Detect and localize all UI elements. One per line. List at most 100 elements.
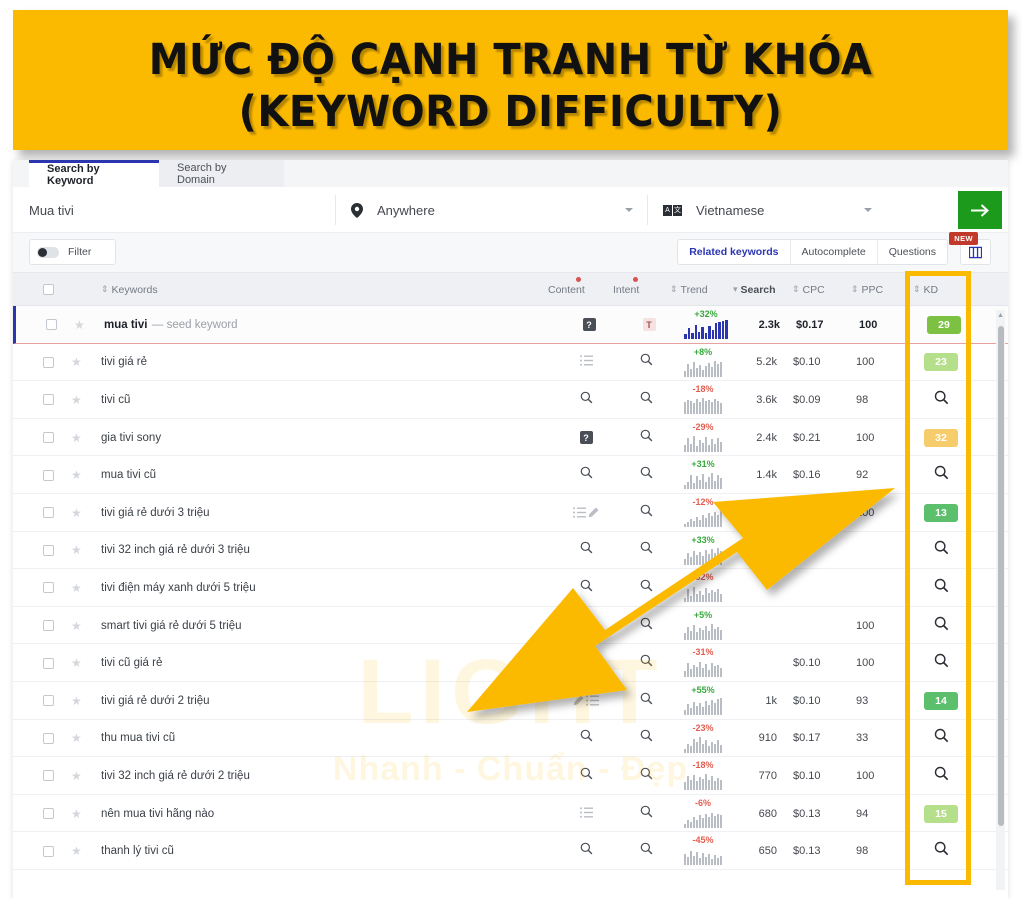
content-search-icon[interactable] (580, 842, 593, 860)
intent-search-icon[interactable] (640, 767, 653, 785)
kd-cell[interactable]: 14 (913, 682, 969, 720)
list-icon-wrap[interactable] (579, 805, 593, 823)
kd-cell[interactable] (913, 757, 969, 795)
favorite-star-icon[interactable]: ★ (71, 468, 82, 482)
kd-cell[interactable]: 23 (913, 344, 969, 382)
content-search-icon[interactable] (580, 767, 593, 785)
intent-cell[interactable] (633, 795, 659, 833)
content-cell[interactable] (573, 720, 599, 758)
tab-search-by-domain[interactable]: Search by Domain (159, 160, 284, 187)
kd-cell[interactable]: 32 (913, 419, 969, 457)
tab-related-keywords[interactable]: Related keywords (678, 240, 791, 264)
intent-cell[interactable] (633, 757, 659, 795)
kd-check-button[interactable] (934, 465, 949, 485)
row-checkbox[interactable] (43, 582, 54, 594)
favorite-star-icon[interactable]: ★ (71, 807, 82, 821)
edit-list-icon[interactable] (573, 695, 599, 707)
language-select[interactable]: A文 Vietnamese (647, 187, 932, 233)
intent-cell[interactable] (633, 419, 659, 457)
intent-search-icon[interactable] (640, 504, 653, 522)
tab-questions[interactable]: Questions (878, 240, 947, 264)
kd-cell[interactable] (913, 532, 969, 570)
table-row[interactable]: ★ tivi cũ giá rẻ -31% $0.10 100 (13, 644, 1008, 682)
favorite-star-icon[interactable]: ★ (71, 431, 82, 445)
favorite-star-icon[interactable]: ★ (71, 619, 82, 633)
table-row[interactable]: ★ tivi giá rẻ +8% 5.2k $0.10 100 23 (13, 344, 1008, 382)
favorite-star-icon[interactable]: ★ (71, 506, 82, 520)
kd-check-button[interactable] (934, 841, 949, 861)
table-row[interactable]: ★ tivi giá rẻ dưới 3 triệu -12% 1.3k $0.08 10… (13, 494, 1008, 532)
kd-cell[interactable] (913, 569, 969, 607)
favorite-star-icon[interactable]: ★ (71, 769, 82, 783)
table-row[interactable]: ★ tivi điện máy xanh dưới 5 triệu -32% (13, 569, 1008, 607)
scroll-up-icon[interactable]: ▲ (997, 312, 1004, 319)
content-cell[interactable] (573, 682, 599, 720)
table-row[interactable]: ★ thanh lý tivi cũ -45% 650 $0.13 98 (13, 832, 1008, 870)
row-checkbox[interactable] (43, 356, 54, 368)
table-row[interactable]: ★ tivi giá rẻ dưới 2 triệu +55% 1k $0.10 93 14 (13, 682, 1008, 720)
table-row[interactable]: ★ tivi cũ -18% 3.6k $0.09 98 (13, 381, 1008, 419)
kd-cell[interactable]: 13 (913, 494, 969, 532)
row-checkbox[interactable] (43, 808, 54, 820)
intent-cell[interactable] (633, 344, 659, 382)
content-search-icon[interactable] (580, 466, 593, 484)
content-cell[interactable] (573, 344, 599, 382)
intent-cell[interactable] (633, 832, 659, 870)
content-cell[interactable] (573, 456, 599, 494)
intent-cell[interactable] (633, 682, 659, 720)
row-checkbox[interactable] (43, 394, 54, 406)
row-checkbox[interactable] (43, 657, 54, 669)
content-cell[interactable] (573, 644, 599, 682)
table-row[interactable]: ★ thu mua tivi cũ -23% 910 $0.17 33 (13, 720, 1008, 758)
kd-check-button[interactable] (934, 653, 949, 673)
keyword-text[interactable]: tivi cũ (101, 394, 130, 406)
keyword-text[interactable]: tivi điện máy xanh dưới 5 triệu (101, 582, 256, 594)
scrollbar-thumb[interactable] (997, 326, 1004, 826)
content-cell[interactable] (573, 532, 599, 570)
favorite-star-icon[interactable]: ★ (71, 844, 82, 858)
list-edit-icon[interactable] (573, 507, 599, 519)
kd-cell[interactable] (913, 644, 969, 682)
intent-cell[interactable] (633, 644, 659, 682)
kd-check-button[interactable] (934, 390, 949, 410)
keyword-text[interactable]: thanh lý tivi cũ (101, 845, 174, 857)
intent-search-icon[interactable] (640, 729, 653, 747)
column-header-cpc[interactable]: ⇕ CPC (792, 273, 825, 306)
table-row[interactable]: ★ smart tivi giá rẻ dưới 5 triệu +5% 100 (13, 607, 1008, 645)
table-row[interactable]: ★ nên mua tivi hãng nào -6% 680 $0.13 94 15 (13, 795, 1008, 833)
column-header-trend[interactable]: ⇕ Trend (670, 273, 708, 306)
kd-check-button[interactable] (934, 578, 949, 598)
content-search-icon[interactable] (580, 541, 593, 559)
row-checkbox[interactable] (46, 319, 57, 331)
column-header-search[interactable]: ▾ Search (733, 273, 776, 306)
intent-cell[interactable] (633, 720, 659, 758)
column-header-ppc[interactable]: ⇕ PPC (851, 273, 883, 306)
content-cell[interactable] (573, 795, 599, 833)
intent-cell[interactable] (633, 607, 659, 645)
search-submit-button[interactable] (958, 191, 1002, 229)
list-icon-wrap[interactable] (579, 353, 593, 371)
intent-search-icon[interactable] (640, 805, 653, 823)
location-select[interactable]: Anywhere (335, 187, 647, 233)
kd-cell[interactable]: 15 (913, 795, 969, 833)
intent-search-icon[interactable] (640, 617, 653, 635)
intent-search-icon[interactable] (640, 541, 653, 559)
question-box-icon[interactable]: ? (582, 318, 596, 332)
table-scrollbar[interactable]: ▲ (996, 310, 1005, 890)
intent-search-icon[interactable] (640, 466, 653, 484)
keyword-text[interactable]: tivi 32 inch giá rẻ dưới 2 triệu (101, 770, 250, 782)
kd-check-button[interactable] (934, 540, 949, 560)
content-search-icon[interactable] (580, 617, 593, 635)
content-search-icon[interactable] (580, 579, 593, 597)
keyword-text[interactable]: tivi cũ giá rẻ (101, 657, 162, 669)
content-search-icon[interactable] (580, 391, 593, 409)
transactional-t-icon[interactable]: T (642, 318, 656, 332)
content-search-icon[interactable] (580, 654, 593, 672)
intent-search-icon[interactable] (640, 391, 653, 409)
intent-cell[interactable] (633, 494, 659, 532)
row-checkbox[interactable] (43, 770, 54, 782)
select-all-checkbox[interactable] (43, 284, 54, 295)
keyword-input[interactable] (29, 187, 335, 233)
row-checkbox[interactable] (43, 507, 54, 519)
table-row[interactable]: ★ mua tivi cũ +31% 1.4k $0.16 92 (13, 456, 1008, 494)
